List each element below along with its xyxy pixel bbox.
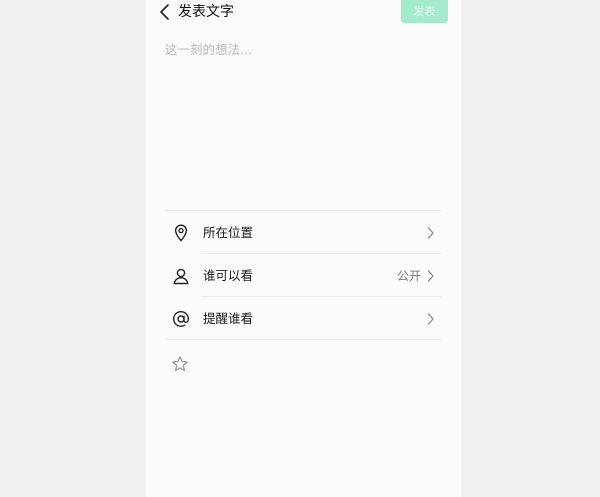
post-text-input[interactable]: 这一刻的想法...	[165, 40, 441, 200]
option-label: 所在位置	[203, 225, 254, 240]
at-sign-icon	[172, 310, 190, 328]
chevron-right-icon	[427, 270, 434, 282]
publish-button[interactable]: 发表	[401, 0, 448, 23]
option-visibility[interactable]: 谁可以看 公开	[165, 254, 441, 297]
compose-screen: 发表文字 发表 这一刻的想法... 所在位置 谁可以看 公开 提醒谁看	[146, 0, 461, 497]
top-bar: 发表文字 发表	[146, 0, 461, 26]
option-location[interactable]: 所在位置	[165, 211, 441, 254]
star-icon[interactable]	[171, 355, 189, 373]
chevron-right-icon	[427, 227, 434, 239]
option-label: 谁可以看	[203, 268, 254, 283]
person-icon	[173, 268, 189, 285]
post-options-list: 所在位置 谁可以看 公开 提醒谁看	[165, 210, 441, 340]
page-title: 发表文字	[178, 4, 234, 20]
back-button[interactable]	[154, 0, 174, 24]
chevron-left-icon	[160, 4, 169, 20]
row-divider	[165, 339, 441, 340]
visibility-value: 公开	[396, 269, 421, 283]
option-remind[interactable]: 提醒谁看	[165, 297, 441, 340]
option-label: 提醒谁看	[203, 311, 254, 326]
chevron-right-icon	[427, 313, 434, 325]
location-pin-icon	[174, 224, 188, 242]
